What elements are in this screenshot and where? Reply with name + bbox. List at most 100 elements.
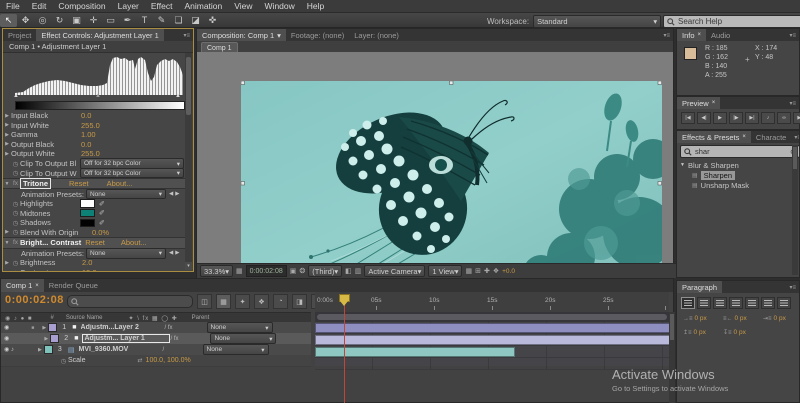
reset-exposure-icon[interactable]: ❖ bbox=[493, 267, 499, 275]
stopwatch-icon[interactable]: ◷ bbox=[59, 357, 68, 365]
camera-tool-icon[interactable]: ▣ bbox=[68, 14, 85, 27]
tab-effect-controls[interactable]: Effect Controls: Adjustment Layer 1 bbox=[36, 29, 163, 41]
audio-button[interactable]: ♪ bbox=[761, 112, 775, 124]
layer-name[interactable]: MVI_9360.MOV bbox=[79, 346, 163, 353]
last-frame-button[interactable]: ▶| bbox=[745, 112, 759, 124]
menu-view[interactable]: View bbox=[228, 1, 258, 11]
motion-blur-icon[interactable]: ◔ bbox=[273, 294, 288, 309]
tab-footage[interactable]: Footage: (none) bbox=[286, 29, 349, 41]
reset-link[interactable]: Reset bbox=[85, 238, 105, 247]
about-link[interactable]: About... bbox=[107, 179, 133, 188]
align-right-button[interactable] bbox=[713, 297, 727, 309]
tree-item-unsharp-mask[interactable]: ▤ Unsharp Mask bbox=[680, 180, 792, 190]
current-time-indicator[interactable] bbox=[339, 294, 350, 302]
space-before-field[interactable]: ↥≡0 px bbox=[683, 329, 723, 336]
input-black-slider[interactable]: ▲ bbox=[13, 93, 19, 99]
type-tool-icon[interactable]: T bbox=[136, 14, 153, 27]
eye-speaker-icons[interactable]: ◉ ♪ bbox=[4, 346, 14, 353]
stopwatch-icon[interactable]: ◷ bbox=[11, 259, 20, 267]
twirl-open-icon[interactable]: ▼ bbox=[680, 162, 685, 168]
stopwatch-icon[interactable]: ◷ bbox=[11, 219, 20, 227]
snapshot-icon[interactable]: ▣ bbox=[290, 267, 297, 275]
param-value[interactable]: 0.0 bbox=[81, 111, 91, 120]
eyedropper-icon[interactable]: ✐ bbox=[99, 219, 105, 227]
composition-viewer[interactable] bbox=[197, 52, 673, 263]
highlights-color-swatch[interactable] bbox=[80, 199, 95, 208]
eyedropper-icon[interactable]: ✐ bbox=[99, 200, 105, 208]
indent-left-field[interactable]: →≡0 px bbox=[683, 315, 723, 322]
timeline-button-icon[interactable]: ⊞ bbox=[475, 267, 481, 275]
layer-name[interactable]: Adjustm...Layer 2 bbox=[81, 324, 165, 331]
brush-tool-icon[interactable]: ✎ bbox=[153, 14, 170, 27]
twirl-icon[interactable]: ▶ bbox=[3, 260, 11, 266]
camera-dropdown[interactable]: Active Camera ▾ bbox=[364, 265, 425, 277]
gamma-slider[interactable]: ▲ bbox=[95, 93, 101, 99]
comp-flowchart-icon[interactable]: ◫ bbox=[197, 294, 212, 309]
stopwatch-icon[interactable]: ◷ bbox=[11, 169, 20, 177]
eye-icon[interactable]: ◉ bbox=[4, 324, 9, 331]
indent-first-field[interactable]: ⇥≡0 px bbox=[763, 315, 799, 322]
panel-menu-icon[interactable]: ▾≡ bbox=[786, 97, 799, 109]
resolution-dropdown[interactable]: (Third) ▾ bbox=[308, 265, 342, 277]
param-value[interactable]: 255.0 bbox=[81, 121, 100, 130]
eraser-tool-icon[interactable]: ◪ bbox=[187, 14, 204, 27]
hand-tool-icon[interactable]: ✥ bbox=[17, 14, 34, 27]
tab-paragraph[interactable]: Paragraph bbox=[677, 281, 722, 293]
col-parent[interactable]: Parent bbox=[192, 315, 210, 321]
work-area-strip[interactable] bbox=[315, 312, 669, 322]
comp-timecode[interactable]: 0:00:02:08 bbox=[246, 265, 287, 277]
pen-tool-icon[interactable]: ✒ bbox=[119, 14, 136, 27]
justify-all-button[interactable] bbox=[777, 297, 791, 309]
param-value[interactable]: 255.0 bbox=[81, 149, 100, 158]
work-area-bar[interactable] bbox=[317, 314, 667, 320]
close-icon[interactable]: × bbox=[698, 32, 702, 38]
magnification-dropdown[interactable]: 33.3% ▾ bbox=[200, 265, 233, 277]
param-value[interactable]: 19.0 bbox=[82, 268, 97, 272]
layer-switches[interactable]: / bbox=[163, 347, 201, 353]
track-3[interactable] bbox=[315, 346, 669, 358]
brainstorm-icon[interactable]: ◨ bbox=[292, 294, 307, 309]
scroll-down-arrow-icon[interactable]: ▾ bbox=[185, 262, 192, 270]
zoom-tool-icon[interactable]: ◎ bbox=[34, 14, 51, 27]
layer-2-duration-bar[interactable] bbox=[315, 335, 671, 345]
puppet-pin-tool-icon[interactable]: ✜ bbox=[204, 14, 221, 27]
twirl-icon[interactable]: ▶ bbox=[3, 122, 11, 128]
effect-name[interactable]: Tritone bbox=[20, 178, 51, 189]
tab-effects-presets[interactable]: Effects & Presets × bbox=[677, 131, 751, 143]
shadows-color-swatch[interactable] bbox=[80, 219, 95, 228]
frame-blend-icon[interactable]: ❖ bbox=[254, 294, 269, 309]
space-after-field[interactable]: ↧≡0 px bbox=[723, 329, 763, 336]
output-gradient-bar[interactable] bbox=[15, 101, 185, 110]
parent-dropdown[interactable]: None ▾ bbox=[210, 333, 276, 344]
scale-property-row[interactable]: ◷ Scale ⇄ 100.0, 100.0% bbox=[1, 355, 311, 367]
tab-render-queue[interactable]: Render Queue bbox=[44, 279, 103, 292]
menu-file[interactable]: File bbox=[0, 1, 26, 11]
midtones-color-swatch[interactable] bbox=[80, 209, 95, 218]
menu-composition[interactable]: Composition bbox=[52, 1, 111, 11]
reset-link[interactable]: Reset bbox=[69, 179, 89, 188]
justify-last-center-button[interactable] bbox=[745, 297, 759, 309]
eye-icon[interactable]: ◉ bbox=[4, 335, 9, 342]
play-button[interactable]: ▶ bbox=[713, 112, 727, 124]
twirl-icon[interactable]: ▶ bbox=[3, 113, 11, 119]
grid-guides-icon[interactable]: ▦ bbox=[465, 267, 472, 275]
prev-frame-button[interactable]: ◀| bbox=[697, 112, 711, 124]
lock-icon[interactable]: ■ bbox=[31, 325, 34, 331]
track-area[interactable] bbox=[315, 322, 669, 366]
ram-preview-button[interactable]: ▶| bbox=[793, 112, 800, 124]
effects-scrollbar[interactable] bbox=[792, 145, 798, 275]
panel-menu-icon[interactable]: ▾≡ bbox=[786, 29, 799, 41]
stopwatch-icon[interactable]: ◷ bbox=[11, 228, 20, 236]
effect-tritone-header[interactable]: ▼ fx Tritone Reset About... bbox=[3, 178, 187, 190]
tab-timeline-comp[interactable]: Comp 1 × bbox=[1, 279, 44, 292]
label-color-chip[interactable] bbox=[48, 323, 57, 332]
twirl-icon[interactable]: ▶ bbox=[3, 141, 11, 147]
tab-character[interactable]: Characte bbox=[751, 131, 791, 143]
scrollbar-thumb[interactable] bbox=[793, 147, 797, 169]
indent-right-field[interactable]: ≡←0 px bbox=[723, 315, 763, 322]
timeline-search-input[interactable] bbox=[67, 295, 193, 308]
layer-switches[interactable]: / fx bbox=[170, 336, 208, 342]
menu-window[interactable]: Window bbox=[259, 1, 301, 11]
channel-icon[interactable]: ❂ bbox=[299, 267, 305, 275]
loop-button[interactable]: ∞ bbox=[777, 112, 791, 124]
